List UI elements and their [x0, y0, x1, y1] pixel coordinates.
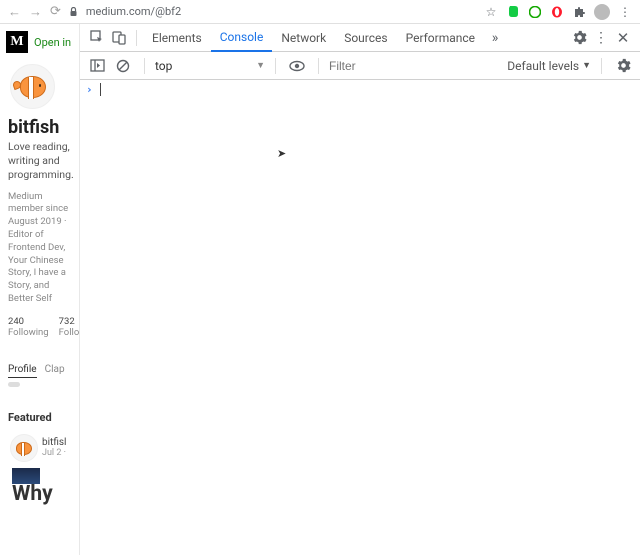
log-levels-selector[interactable]: Default levels ▼ — [507, 59, 591, 73]
tab-claps[interactable]: Clap — [45, 364, 65, 378]
dropdown-icon: ▼ — [582, 60, 591, 71]
featured-date: Jul 2 · — [42, 448, 66, 458]
sidebar-toggle-icon[interactable] — [86, 55, 108, 77]
profile-bio: Love reading, writing and programming. — [8, 140, 75, 183]
settings-icon[interactable] — [568, 27, 590, 49]
live-expression-icon[interactable] — [286, 55, 308, 77]
star-icon[interactable]: ☆ — [484, 5, 498, 19]
profile-meta: Medium member since August 2019 · Editor… — [8, 191, 75, 306]
lock-icon — [69, 7, 78, 17]
forward-icon[interactable]: → — [29, 4, 42, 20]
console-prompt-icon: › — [86, 83, 93, 96]
tab-network[interactable]: Network — [272, 24, 335, 52]
devtools-menu-icon[interactable]: ⋮ — [590, 27, 612, 49]
text-caret — [100, 83, 101, 96]
profile-avatar-icon[interactable] — [594, 4, 610, 20]
browser-toolbar: ← → ⟳ medium.com/@bf2 ☆ ⋮ — [0, 0, 640, 24]
tab-indicator — [8, 382, 20, 387]
open-in-app-link[interactable]: Open in — [34, 36, 71, 49]
devtools-panel: Elements Console Network Sources Perform… — [80, 24, 640, 555]
inspect-element-icon[interactable] — [86, 27, 108, 49]
address-bar[interactable]: medium.com/@bf2 — [86, 5, 476, 18]
chrome-menu-icon[interactable]: ⋮ — [618, 5, 632, 19]
devtools-tabs-bar: Elements Console Network Sources Perform… — [80, 24, 640, 52]
green-ext-icon[interactable] — [528, 5, 542, 19]
opera-ext-icon[interactable] — [550, 5, 564, 19]
evernote-ext-icon[interactable] — [506, 5, 520, 19]
medium-logo-icon[interactable]: M — [6, 31, 28, 53]
featured-item[interactable]: bitfisl Jul 2 · — [10, 434, 79, 462]
console-toolbar: top ▼ Default levels ▼ — [80, 52, 640, 80]
context-selector[interactable]: top ▼ — [155, 59, 265, 73]
extensions-icon[interactable] — [572, 5, 586, 19]
tab-elements[interactable]: Elements — [143, 24, 211, 52]
tab-sources[interactable]: Sources — [335, 24, 396, 52]
console-settings-icon[interactable] — [612, 55, 634, 77]
tab-performance[interactable]: Performance — [397, 24, 484, 52]
back-icon[interactable]: ← — [8, 4, 21, 20]
console-body[interactable]: › — [80, 80, 640, 555]
profile-name: bitfish — [8, 117, 79, 138]
tab-console[interactable]: Console — [211, 24, 273, 52]
profile-avatar[interactable] — [10, 64, 55, 109]
featured-heading: Featured — [8, 411, 79, 424]
device-toggle-icon[interactable] — [108, 27, 130, 49]
reload-icon[interactable]: ⟳ — [50, 4, 61, 19]
tab-profile[interactable]: Profile — [8, 364, 37, 378]
more-tabs-icon[interactable]: » — [484, 27, 506, 49]
close-devtools-icon[interactable]: ✕ — [612, 27, 634, 49]
featured-author: bitfisl — [42, 437, 66, 448]
medium-page: M Open in bitfish Love reading, writing … — [0, 24, 80, 555]
followers-stat[interactable]: 732Follow — [59, 316, 80, 338]
featured-title[interactable]: Why — [12, 484, 79, 505]
featured-author-avatar-icon — [10, 434, 38, 462]
dropdown-icon: ▼ — [256, 60, 265, 71]
following-stat[interactable]: 240Following — [8, 316, 49, 338]
profile-stats: 240Following 732Follow — [8, 316, 79, 338]
filter-input[interactable] — [329, 59, 429, 73]
clear-console-icon[interactable] — [112, 55, 134, 77]
